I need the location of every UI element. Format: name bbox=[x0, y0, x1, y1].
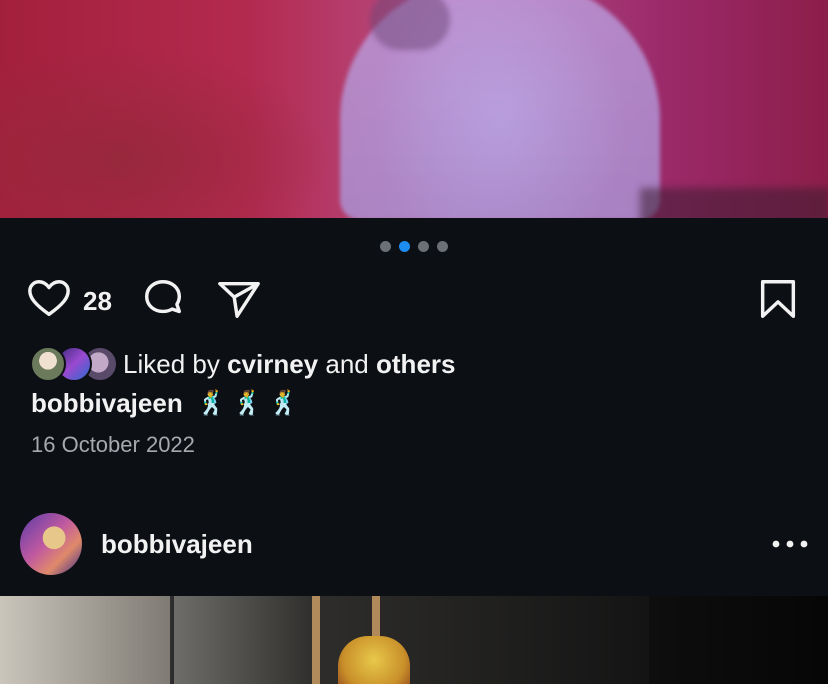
liked-by-text: Liked by cvirney and others bbox=[123, 349, 455, 380]
carousel-dot bbox=[437, 241, 448, 252]
next-post-header: bobbivajeen bbox=[20, 513, 810, 577]
avatar bbox=[30, 346, 66, 382]
next-post-username[interactable]: bobbivajeen bbox=[101, 529, 253, 560]
post-actions: 28 bbox=[26, 276, 806, 324]
post-caption: bobbivajeen 🕺🕺🕺 bbox=[31, 388, 304, 419]
post-date: 16 October 2022 bbox=[31, 432, 195, 457]
image-panel bbox=[174, 596, 649, 684]
carousel-dot bbox=[418, 241, 429, 252]
liker-avatars bbox=[30, 346, 120, 382]
avatar[interactable] bbox=[20, 513, 82, 575]
image-floor bbox=[640, 188, 828, 218]
comment-icon[interactable] bbox=[140, 276, 186, 322]
carousel-dot-active bbox=[399, 241, 410, 252]
heart-icon[interactable] bbox=[26, 276, 72, 322]
bookmark-icon[interactable] bbox=[755, 276, 801, 322]
liked-by-others-link[interactable]: others bbox=[376, 349, 455, 379]
post-image[interactable] bbox=[0, 0, 828, 218]
paper-plane-icon[interactable] bbox=[216, 276, 262, 322]
carousel-dot bbox=[380, 241, 391, 252]
image-rope bbox=[312, 596, 320, 684]
caption-username[interactable]: bobbivajeen bbox=[31, 388, 183, 419]
liked-by-row[interactable]: Liked by cvirney and others bbox=[30, 346, 455, 382]
image-panel bbox=[0, 596, 170, 684]
image-shadow bbox=[370, 0, 450, 50]
caption-text: 🕺🕺🕺 bbox=[196, 390, 305, 417]
liked-by-prefix: Liked by bbox=[123, 348, 220, 379]
liked-by-user-link[interactable]: cvirney bbox=[227, 349, 318, 379]
image-object bbox=[338, 636, 410, 684]
like-count[interactable]: 28 bbox=[83, 286, 112, 317]
more-dots-icon[interactable] bbox=[770, 527, 810, 561]
liked-by-conjunction: and bbox=[325, 348, 369, 379]
carousel-indicator bbox=[380, 241, 448, 252]
next-post-image[interactable] bbox=[0, 596, 828, 684]
